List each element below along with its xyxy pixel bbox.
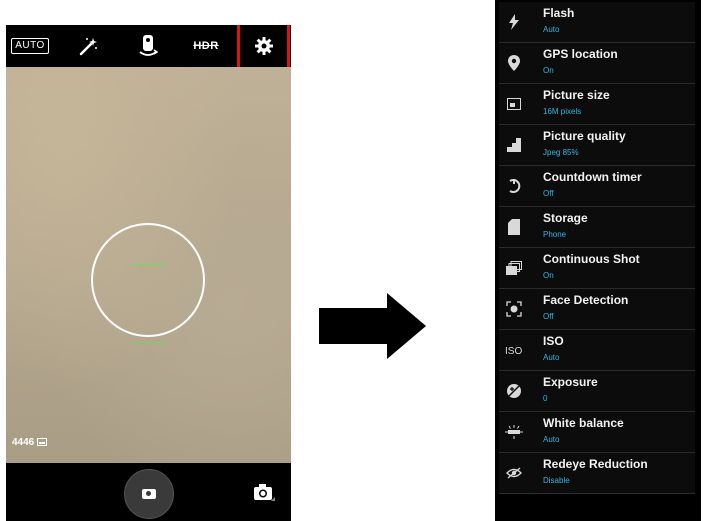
settings-item-value: Disable [543,476,570,485]
rotate-camera-icon [139,35,159,56]
viewfinder[interactable]: 4446 [6,67,291,463]
picture-size-icon [505,95,523,113]
settings-panel: Flash Auto GPS location On Picture size … [495,0,701,521]
focus-ring [91,223,205,337]
settings-item-gps-location[interactable]: GPS location On [499,43,695,84]
focus-mark-top [132,265,166,266]
shutter-button[interactable] [124,469,174,519]
settings-item-continuous-shot[interactable]: Continuous Shot On [499,248,695,289]
settings-item-value: Off [543,312,554,321]
redeye-icon [505,464,523,482]
svg-text:ISO: ISO [505,346,522,356]
location-pin-icon [505,54,523,72]
settings-item-value: Auto [543,25,560,34]
shots-remaining-count: 4446 [12,437,35,448]
settings-item-countdown-timer[interactable]: Countdown timer Off [499,166,695,207]
settings-item-label: Storage [543,211,588,225]
settings-item-label: GPS location [543,47,618,61]
settings-list: Flash Auto GPS location On Picture size … [499,2,695,494]
settings-item-picture-quality[interactable]: Picture quality Jpeg 85% [499,125,695,166]
settings-item-value: Phone [543,230,567,239]
white-balance-icon [505,423,523,441]
settings-item-redeye-reduction[interactable]: Redeye Reduction Disable [499,453,695,494]
settings-item-flash[interactable]: Flash Auto [499,2,695,43]
timer-icon [505,177,523,195]
settings-item-storage[interactable]: Storage Phone [499,207,695,248]
camera-mode-icon[interactable] [253,483,275,501]
exposure-icon [505,382,523,400]
settings-item-label: ISO [543,334,564,348]
hdr-off-icon: HDR [193,40,219,52]
settings-item-label: White balance [543,416,624,430]
auto-mode-label: AUTO [11,38,49,54]
settings-item-value: Auto [543,353,560,362]
settings-item-value: Jpeg 85% [543,148,579,157]
shots-remaining: 4446 [12,437,48,448]
settings-item-label: Picture size [543,88,610,102]
settings-item-label: Countdown timer [543,170,642,184]
settings-item-picture-size[interactable]: Picture size 16M pixels [499,84,695,125]
settings-item-label: Face Detection [543,293,629,307]
sd-card-icon [505,218,523,236]
settings-item-exposure[interactable]: Exposure 0 [499,371,695,412]
settings-item-white-balance[interactable]: White balance Auto [499,412,695,453]
storage-icon [37,438,48,446]
flash-icon [505,13,523,31]
settings-item-face-detection[interactable]: Face Detection Off [499,289,695,330]
camera-bottom-bar [6,463,291,521]
settings-item-value: 0 [543,394,548,403]
magic-wand-icon [79,38,97,56]
camera-icon [142,489,156,499]
right-arrow-icon [319,293,426,359]
iso-icon: ISO [505,341,523,359]
quality-bars-icon [505,136,523,154]
settings-item-value: Off [543,189,554,198]
settings-item-label: Picture quality [543,129,626,143]
scene-mode-auto-button[interactable]: AUTO [10,25,50,67]
settings-item-label: Continuous Shot [543,252,640,266]
camera-switch-button[interactable] [128,25,168,67]
focus-mark-bottom [132,342,166,343]
face-detection-icon [505,300,523,318]
settings-item-value: On [543,66,554,75]
settings-item-label: Redeye Reduction [543,457,648,471]
hdr-button[interactable]: HDR [186,25,226,67]
effects-button[interactable] [68,25,108,67]
continuous-shot-icon [505,259,523,277]
camera-top-bar: AUTO HDR [6,25,291,78]
camera-screen: AUTO HDR 4446 [6,25,291,521]
settings-item-label: Exposure [543,375,598,389]
settings-item-value: Auto [543,435,560,444]
settings-item-label: Flash [543,6,575,20]
settings-item-iso[interactable]: ISO ISO Auto [499,330,695,371]
settings-item-value: 16M pixels [543,107,582,116]
settings-item-value: On [543,271,554,280]
